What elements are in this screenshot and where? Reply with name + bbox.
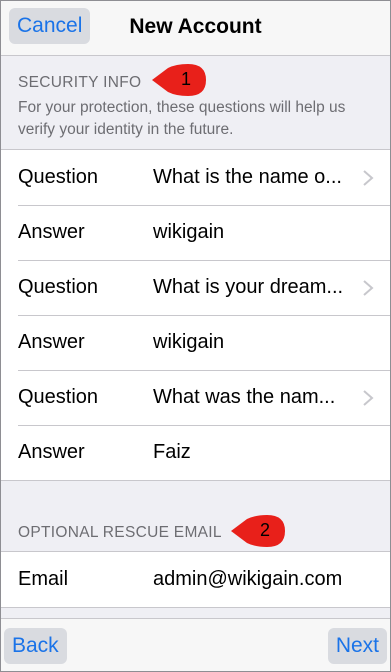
annotation-callout-2: 2 — [229, 515, 285, 547]
next-button[interactable]: Next — [327, 628, 387, 664]
row-label: Answer — [18, 221, 85, 243]
chevron-right-icon — [363, 280, 374, 296]
bottom-toolbar: Back Next — [0, 618, 391, 672]
security-info-description: For your protection, these questions wil… — [18, 99, 346, 138]
security-answer-row-3[interactable]: Answer Faiz — [0, 425, 391, 480]
row-label: Question — [18, 276, 99, 298]
callout-number: 2 — [259, 520, 270, 540]
navigation-bar: Cancel New Account — [0, 0, 391, 56]
answer-input[interactable]: Faiz — [153, 425, 379, 480]
chevron-right-icon — [363, 390, 374, 406]
row-label: Question — [18, 166, 99, 188]
row-label: Answer — [18, 331, 85, 353]
security-question-row-2[interactable]: Question What is your dream... — [0, 260, 391, 315]
email-field[interactable]: admin@wikigain.com — [153, 552, 379, 607]
row-value: What was the nam... — [153, 386, 336, 408]
security-questions-list: Question What is the name o... Answer wi… — [0, 149, 391, 481]
email-row[interactable]: Email admin@wikigain.com — [0, 552, 391, 607]
rescue-email-header: OPTIONAL RESCUE EMAIL — [0, 481, 391, 551]
page-title: New Account — [129, 15, 262, 38]
row-value: What is your dream... — [153, 276, 344, 298]
row-label: Question — [18, 386, 99, 408]
row-label: Answer — [18, 441, 85, 463]
security-question-row-3[interactable]: Question What was the nam... — [0, 370, 391, 425]
chevron-right-icon — [363, 170, 374, 186]
rescue-email-title: OPTIONAL RESCUE EMAIL — [18, 524, 222, 541]
security-info-title: SECURITY INFO — [18, 74, 142, 91]
rescue-email-list: Email admin@wikigain.com — [0, 551, 391, 608]
security-answer-row-2[interactable]: Answer wikigain — [0, 315, 391, 370]
row-label: Email — [18, 568, 69, 590]
back-button[interactable]: Back — [4, 628, 67, 664]
answer-input[interactable]: wikigain — [153, 205, 379, 260]
callout-number: 1 — [180, 69, 191, 89]
security-question-row-1[interactable]: Question What is the name o... — [0, 150, 391, 205]
row-value: What is the name o... — [153, 166, 342, 188]
annotation-callout-1: 1 — [150, 64, 206, 96]
security-answer-row-1[interactable]: Answer wikigain — [0, 205, 391, 260]
answer-input[interactable]: wikigain — [153, 315, 379, 370]
